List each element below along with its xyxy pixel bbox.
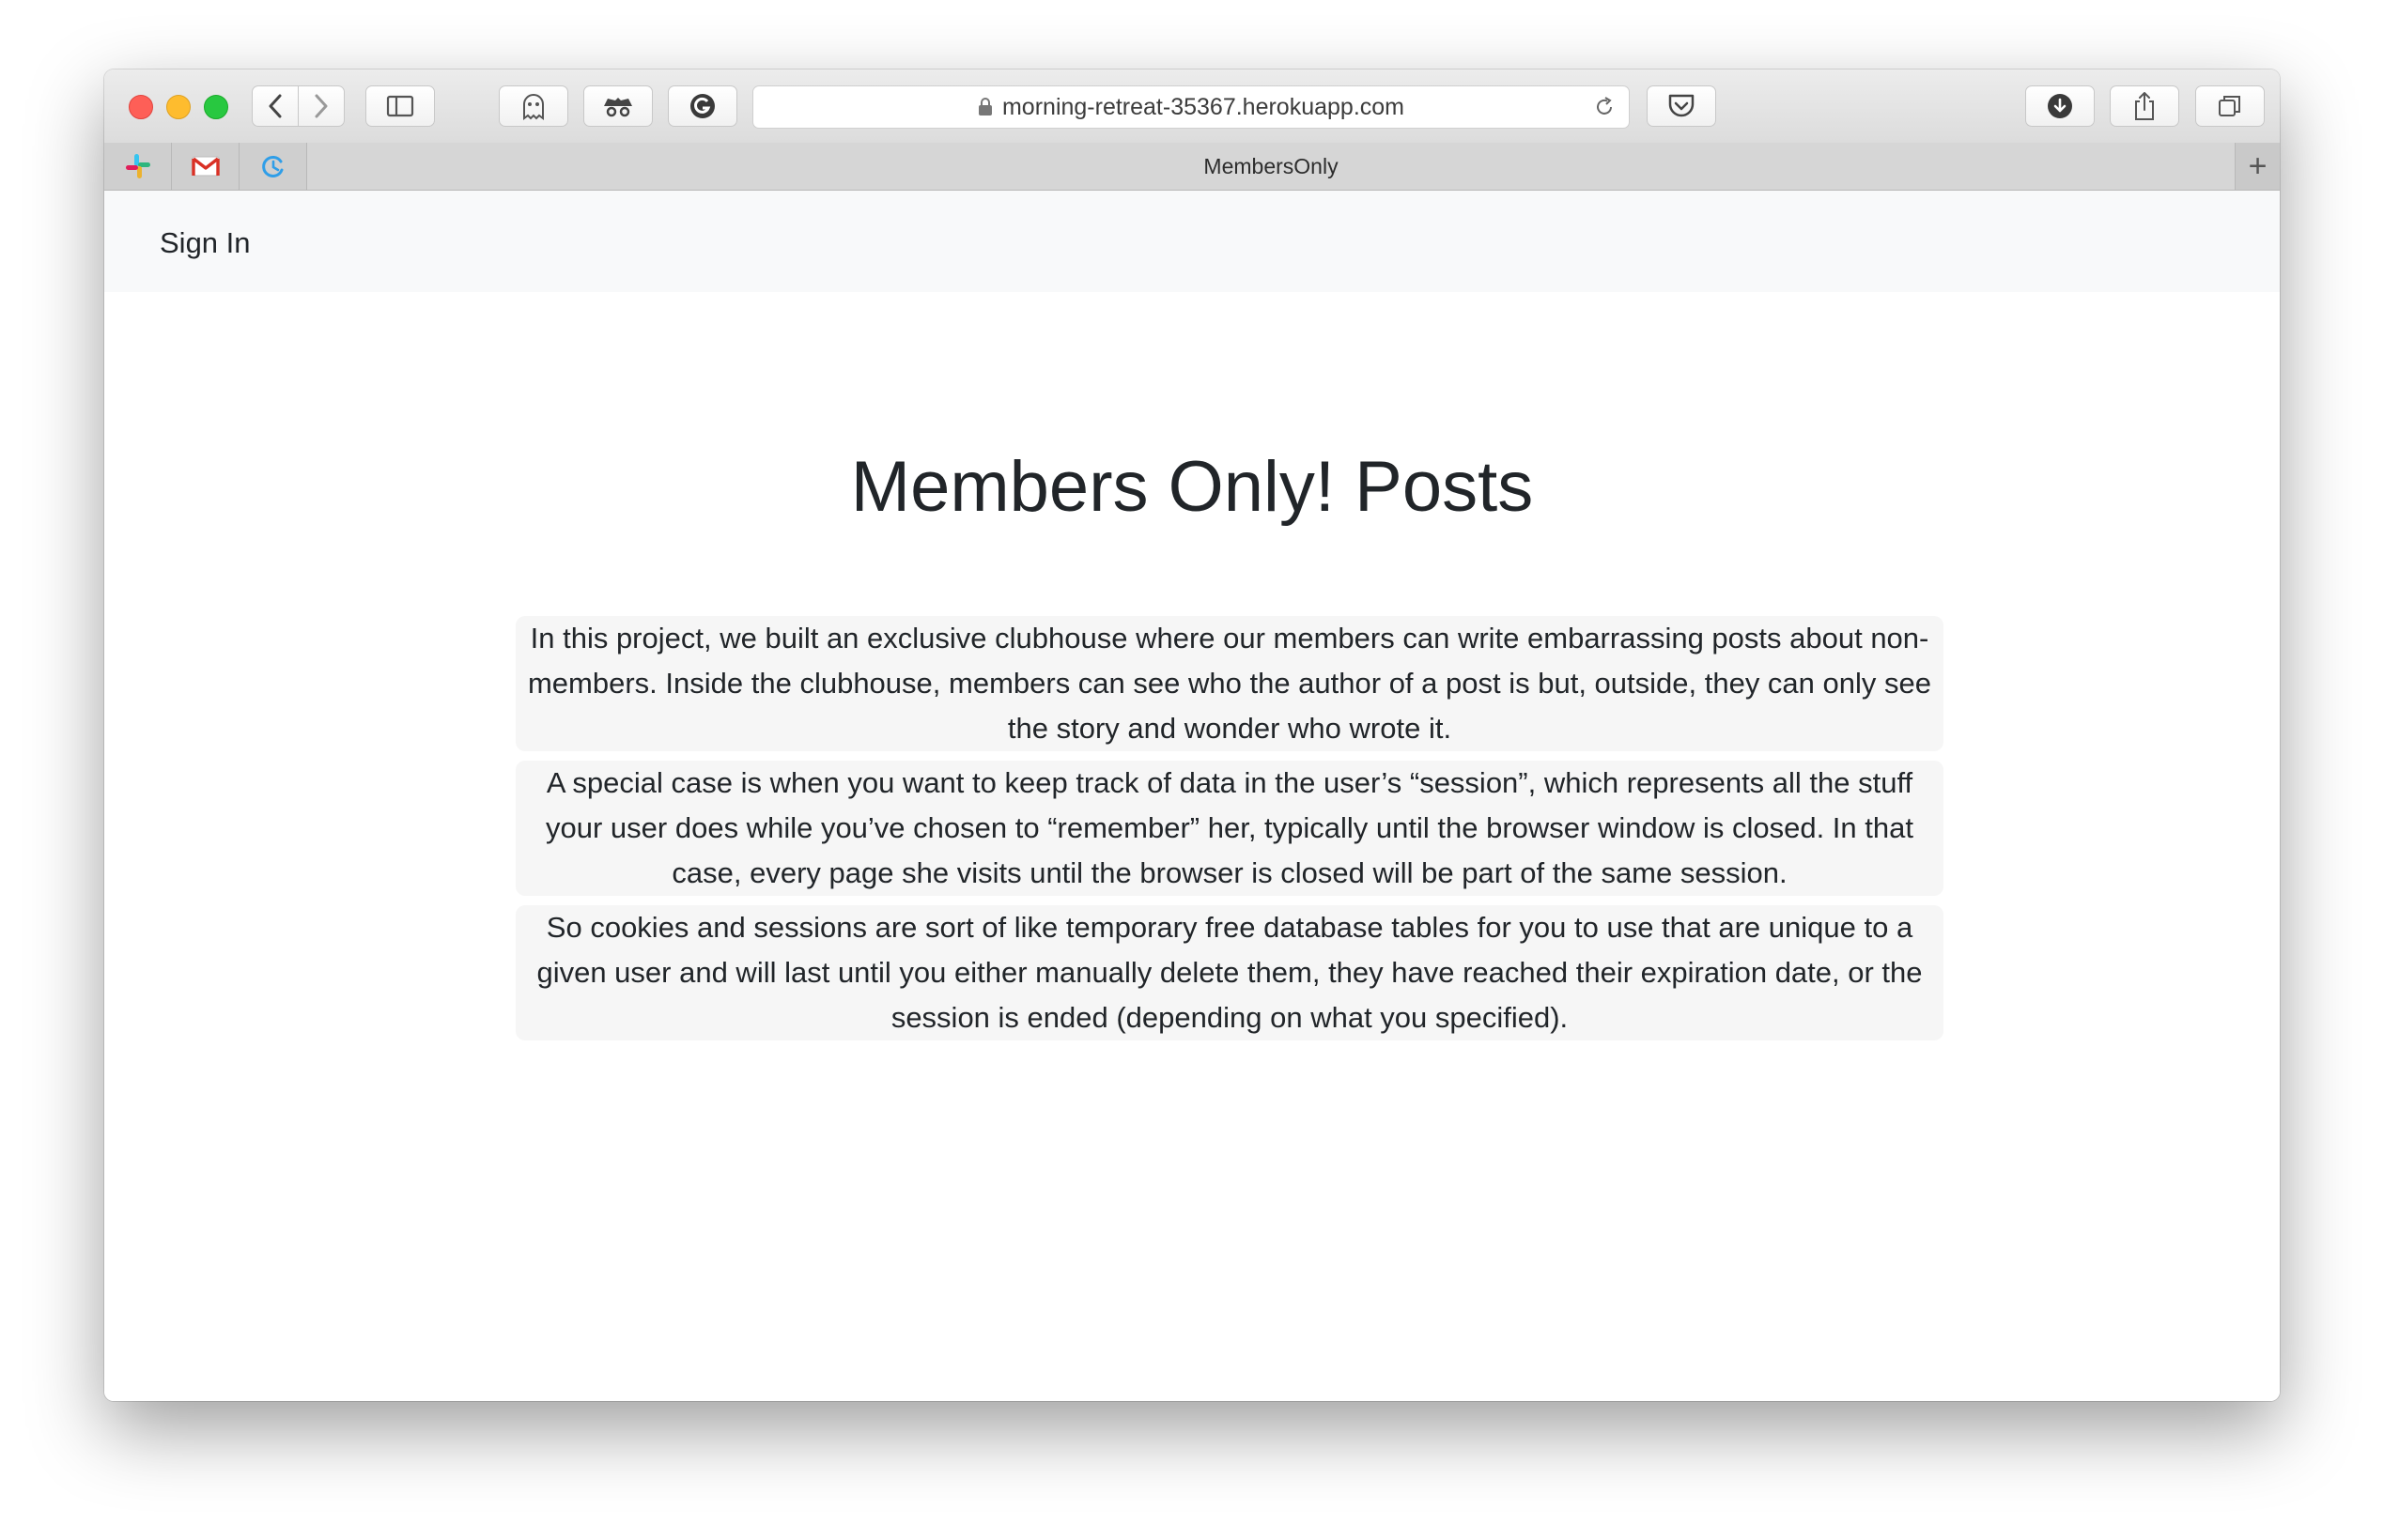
forward-icon	[315, 94, 328, 118]
navigation-buttons	[252, 85, 345, 127]
site-navbar: Sign In	[104, 191, 2280, 292]
posts-list: In this project, we built an exclusive c…	[516, 616, 1943, 1050]
browser-toolbar: morning-retreat-35367.herokuapp.com	[104, 69, 2280, 144]
new-tab-button[interactable]: +	[2235, 143, 2280, 190]
post-card: In this project, we built an exclusive c…	[516, 616, 1943, 751]
ghostery-button[interactable]	[499, 85, 568, 127]
web-page: Sign In Members Only! Posts In this proj…	[104, 191, 2280, 1401]
minimize-window-button[interactable]	[166, 95, 191, 119]
sidebar-icon	[386, 95, 414, 117]
incognito-button[interactable]	[583, 85, 653, 127]
lock-icon	[978, 98, 993, 116]
tab-membersonly[interactable]: MembersOnly	[307, 143, 2235, 190]
sign-in-link[interactable]: Sign In	[160, 226, 251, 260]
forward-button[interactable]	[298, 85, 345, 127]
share-icon	[2135, 92, 2154, 120]
back-icon	[269, 94, 282, 118]
close-window-button[interactable]	[129, 95, 153, 119]
tab-title: MembersOnly	[1203, 153, 1339, 178]
reload-icon[interactable]	[1593, 96, 1616, 125]
pocket-icon	[1668, 94, 1695, 117]
tab-overview-button[interactable]	[2195, 85, 2265, 127]
post-body: So cookies and sessions are sort of like…	[536, 911, 1923, 1034]
maximize-window-button[interactable]	[204, 95, 228, 119]
tabs-overview-icon	[2219, 96, 2240, 116]
tab-bar: MembersOnly +	[104, 143, 2280, 191]
plus-icon: +	[2248, 147, 2268, 184]
ghostery-icon	[523, 94, 544, 120]
slack-icon	[125, 154, 150, 178]
post-card: A special case is when you want to keep …	[516, 761, 1943, 896]
post-body: In this project, we built an exclusive c…	[527, 622, 1931, 745]
downloads-button[interactable]	[2025, 85, 2095, 127]
pinned-tab-slack[interactable]	[104, 143, 172, 190]
download-icon	[2048, 94, 2072, 118]
back-button[interactable]	[252, 85, 299, 127]
pinned-tab-app[interactable]	[240, 143, 307, 190]
pocket-button[interactable]	[1647, 85, 1716, 127]
grammarly-icon	[690, 94, 715, 118]
page-title: Members Only! Posts	[850, 447, 1534, 527]
address-bar[interactable]: morning-retreat-35367.herokuapp.com	[752, 85, 1630, 129]
pinned-tab-gmail[interactable]	[172, 143, 240, 190]
share-button[interactable]	[2110, 85, 2179, 127]
incognito-icon	[604, 98, 632, 117]
grammarly-button[interactable]	[668, 85, 737, 127]
url-text: morning-retreat-35367.herokuapp.com	[1001, 93, 1404, 120]
browser-window: morning-retreat-35367.herokuapp.com Memb…	[104, 69, 2280, 1401]
sidebar-button[interactable]	[365, 85, 435, 127]
refresh-app-icon	[261, 155, 283, 177]
gmail-icon	[191, 156, 220, 177]
post-body: A special case is when you want to keep …	[546, 766, 1913, 889]
post-card: So cookies and sessions are sort of like…	[516, 905, 1943, 1040]
